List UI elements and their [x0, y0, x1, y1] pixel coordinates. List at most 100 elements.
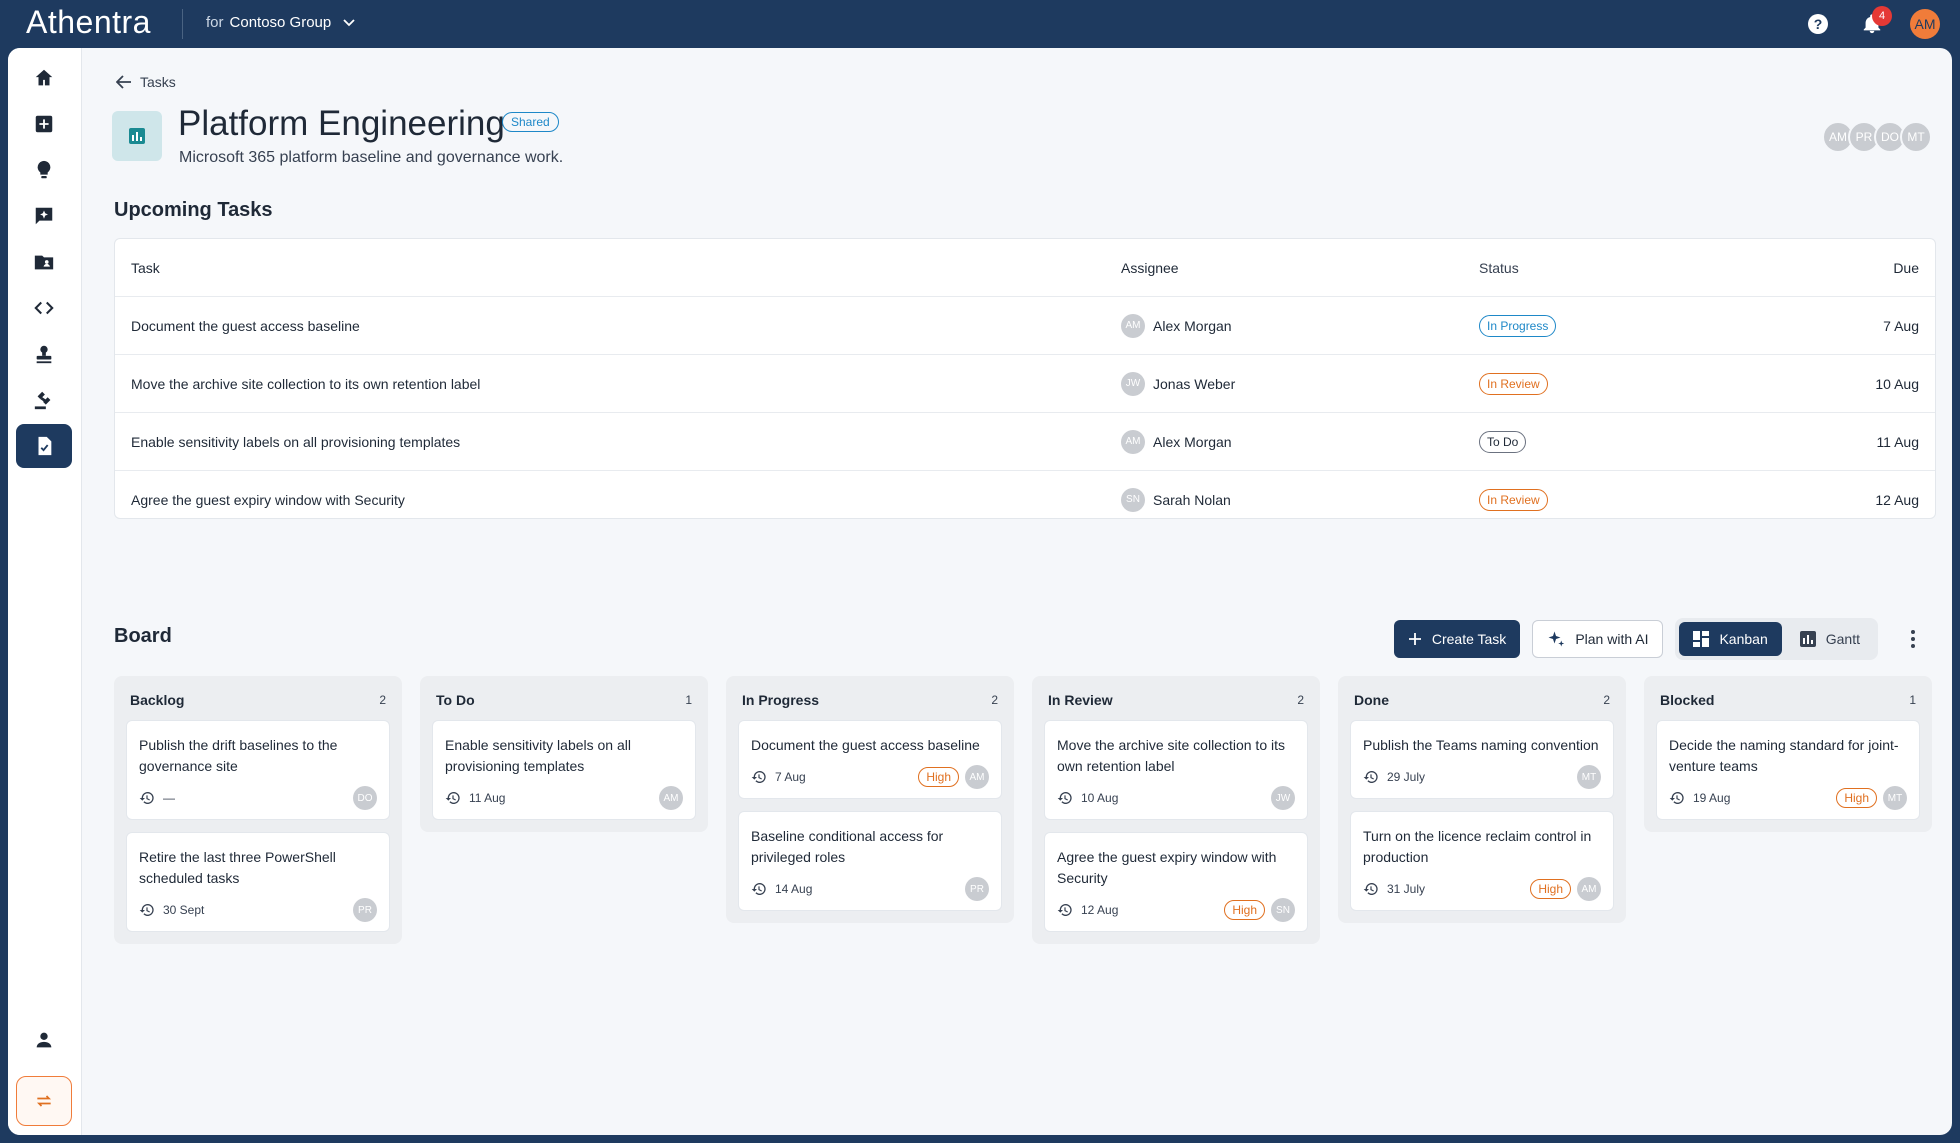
task-card[interactable]: Move the archive site collection to its …	[1044, 720, 1308, 820]
back-link-label: Tasks	[140, 74, 176, 90]
task-card[interactable]: Publish the Teams naming convention 29 Ju…	[1350, 720, 1614, 799]
kanban-column: In Progress 2 Document the guest access ba…	[726, 676, 1014, 923]
table-row[interactable]: Document the guest access baseline AM Alex…	[115, 297, 1935, 355]
org-prefix: for	[206, 14, 224, 31]
column-header: In Progress 2	[738, 688, 1002, 712]
back-to-tasks-link[interactable]: Tasks	[116, 74, 176, 90]
sidebar-item-tasks[interactable]	[16, 424, 72, 468]
table-row[interactable]: Move the archive site collection to its …	[115, 355, 1935, 413]
assignee-name: Alex Morgan	[1153, 317, 1232, 334]
card-meta: 14 Aug PR	[751, 877, 989, 901]
task-card[interactable]: Publish the drift baselines to the gover…	[126, 720, 390, 820]
task-card[interactable]: Enable sensitivity labels on all provisi…	[432, 720, 696, 820]
task-name[interactable]: Move the archive site collection to its …	[131, 376, 480, 392]
member-avatars[interactable]: AM PR DO MT	[1822, 121, 1932, 153]
task-card[interactable]: Agree the guest expiry window with Secur…	[1044, 832, 1308, 932]
avatar: AM	[659, 786, 683, 810]
assignee-name: Jonas Weber	[1153, 375, 1236, 392]
status-cell: In Review	[1479, 372, 1548, 395]
member-avatar[interactable]: MT	[1900, 121, 1932, 153]
task-name[interactable]: Document the guest access baseline	[131, 318, 360, 334]
task-card[interactable]: Turn on the licence reclaim control in p…	[1350, 811, 1614, 911]
more-options-button[interactable]	[1900, 630, 1926, 648]
assignee-name: Alex Morgan	[1153, 433, 1232, 450]
column-header-task[interactable]: Task	[131, 260, 160, 276]
board-toolbar: Create Task Plan with AI Kanban Gantt	[1393, 618, 1926, 660]
create-task-label: Create Task	[1431, 631, 1507, 647]
avatar: SN	[1271, 898, 1295, 922]
main-content: Tasks Platform Engineering Shared Micros…	[82, 48, 1952, 1135]
create-task-button[interactable]: Create Task	[1393, 620, 1521, 658]
column-count: 1	[685, 693, 692, 707]
plus-icon	[1408, 633, 1421, 645]
plan-with-ai-button[interactable]: Plan with AI	[1532, 620, 1664, 658]
due-date: 10 Aug	[1875, 375, 1919, 392]
card-title: Baseline conditional access for privileg…	[751, 828, 944, 865]
task-card[interactable]: Retire the last three PowerShell schedul…	[126, 832, 390, 932]
card-title: Document the guest access baseline	[751, 737, 980, 753]
project-icon	[112, 111, 162, 161]
column-header: To Do 1	[432, 688, 696, 712]
task-card[interactable]: Decide the naming standard for joint-ven…	[1656, 720, 1920, 820]
brand-logo[interactable]: Athentra	[26, 4, 151, 41]
status-cell: In Progress	[1479, 314, 1557, 337]
history-icon	[1363, 883, 1378, 895]
user-avatar[interactable]: AM	[1910, 9, 1940, 39]
history-icon	[1057, 904, 1072, 916]
kanban-column: Done 2 Publish the Teams naming convention…	[1338, 676, 1626, 923]
chat-sparkle-icon	[35, 207, 53, 225]
kanban-column: Backlog 2 Publish the drift baselines to t…	[114, 676, 402, 944]
view-gantt-option[interactable]: Gantt	[1786, 622, 1874, 656]
card-title: Publish the Teams naming convention	[1363, 737, 1599, 753]
notifications-button[interactable]: 4	[1856, 6, 1892, 40]
task-check-icon	[38, 436, 52, 456]
sidebar-item-home[interactable]	[16, 56, 72, 100]
chevron-down-icon	[343, 18, 355, 26]
table-row[interactable]: Enable sensitivity labels on all provisi…	[115, 413, 1935, 471]
kanban-column: In Review 2 Move the archive site collecti…	[1032, 676, 1320, 944]
assignee-cell: AM Alex Morgan	[1121, 429, 1232, 454]
task-card[interactable]: Document the guest access baseline 7 Aug H…	[738, 720, 1002, 799]
view-kanban-option[interactable]: Kanban	[1679, 622, 1782, 656]
assignee-name: Sarah Nolan	[1153, 491, 1231, 508]
column-header-assignee[interactable]: Assignee	[1121, 260, 1179, 276]
more-vertical-icon	[1911, 630, 1915, 648]
help-button[interactable]: ?	[1802, 8, 1834, 40]
avatar: SN	[1121, 487, 1145, 512]
sidebar-item-directory[interactable]	[16, 240, 72, 284]
sparkle-icon	[1548, 631, 1565, 647]
table-row[interactable]: Agree the guest expiry window with Secur…	[115, 471, 1935, 518]
sidebar-item-account[interactable]	[16, 1018, 72, 1062]
kanban-board: Backlog 2 Publish the drift baselines to t…	[114, 676, 1932, 944]
column-name: Blocked	[1660, 692, 1715, 708]
sidebar-item-ideas[interactable]	[16, 148, 72, 192]
sidebar-item-assistant[interactable]	[16, 194, 72, 238]
column-header-due[interactable]: Due	[1893, 260, 1919, 276]
sidebar-item-approvals[interactable]	[16, 332, 72, 376]
svg-text:?: ?	[1814, 16, 1823, 32]
switch-context-button[interactable]	[16, 1076, 72, 1126]
card-due-date: 11 Aug	[469, 791, 506, 805]
avatar: JW	[1121, 371, 1145, 396]
swap-icon	[36, 1095, 52, 1107]
card-meta: — DO	[139, 786, 377, 810]
upcoming-tasks-table: Task Assignee Status Due Document the gu…	[114, 238, 1936, 519]
board-heading: Board	[114, 625, 172, 647]
history-icon	[139, 904, 154, 916]
task-name[interactable]: Agree the guest expiry window with Secur…	[131, 492, 405, 508]
avatar: DO	[353, 786, 377, 810]
card-title: Move the archive site collection to its …	[1057, 737, 1285, 774]
column-name: To Do	[436, 692, 475, 708]
task-name[interactable]: Enable sensitivity labels on all provisi…	[131, 434, 460, 450]
status-badge: In Review	[1479, 372, 1548, 395]
sidebar-item-code[interactable]	[16, 286, 72, 330]
org-switcher[interactable]: for Contoso Group	[206, 14, 355, 31]
upcoming-tasks-heading: Upcoming Tasks	[114, 199, 273, 221]
column-name: Backlog	[130, 692, 185, 708]
column-count: 2	[1297, 693, 1304, 707]
column-header-status[interactable]: Status	[1479, 260, 1519, 276]
sidebar-item-add[interactable]	[16, 102, 72, 146]
task-card[interactable]: Baseline conditional access for privileg…	[738, 811, 1002, 911]
column-count: 2	[991, 693, 998, 707]
sidebar-item-governance[interactable]	[16, 378, 72, 422]
